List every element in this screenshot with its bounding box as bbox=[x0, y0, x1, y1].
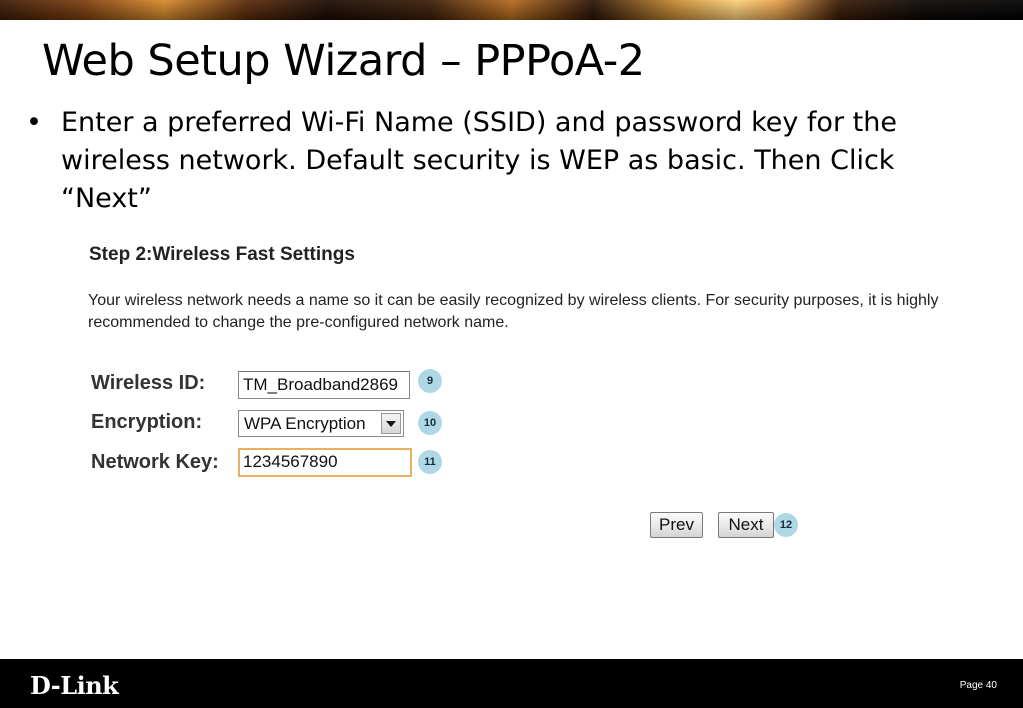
wireless-id-label: Wireless ID: bbox=[91, 372, 206, 394]
callout-badge-9: 9 bbox=[418, 369, 442, 393]
dropdown-arrow-icon[interactable] bbox=[381, 413, 401, 434]
slide-title: Web Setup Wizard – PPPoA-2 bbox=[42, 36, 645, 86]
callout-badge-12: 12 bbox=[774, 513, 798, 537]
step-description: Your wireless network needs a name so it… bbox=[88, 292, 939, 331]
step-title: Step 2:Wireless Fast Settings bbox=[89, 244, 355, 265]
callout-badge-11: 11 bbox=[418, 450, 442, 474]
wireless-id-input[interactable]: TM_Broadband2869 bbox=[238, 371, 410, 399]
page-number: Page 40 bbox=[959, 680, 997, 691]
top-banner bbox=[0, 0, 1023, 20]
prev-button[interactable]: Prev bbox=[650, 512, 703, 538]
wizard-screenshot: Step 2:Wireless Fast Settings Your wirel… bbox=[86, 238, 956, 558]
bullet-marker: • bbox=[26, 107, 42, 138]
callout-badge-10: 10 bbox=[418, 411, 442, 435]
next-button[interactable]: Next bbox=[718, 512, 774, 538]
encryption-select[interactable]: WPA Encryption bbox=[238, 410, 404, 437]
network-key-input[interactable]: 1234567890 bbox=[238, 448, 412, 477]
dlink-logo: D-Link bbox=[30, 671, 119, 700]
network-key-label: Network Key: bbox=[91, 451, 219, 473]
encryption-selected-value: WPA Encryption bbox=[244, 414, 366, 433]
encryption-label: Encryption: bbox=[91, 411, 203, 433]
footer-bar: D-Link Page 40 bbox=[0, 659, 1023, 708]
bullet-text: Enter a preferred Wi-Fi Name (SSID) and … bbox=[61, 107, 897, 214]
